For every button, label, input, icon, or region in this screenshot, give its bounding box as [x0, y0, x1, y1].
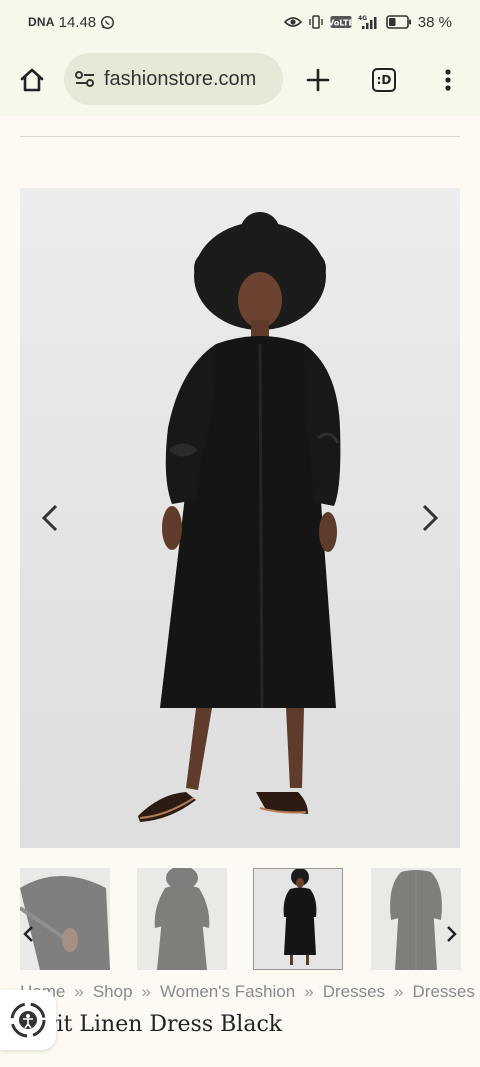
battery-icon — [385, 15, 412, 29]
status-bar: DNA 14.48 VoLTE 4G 38 % — [0, 0, 480, 44]
more-vert-icon — [444, 68, 452, 92]
breadcrumb-separator: » — [141, 982, 151, 1001]
thumbnail-next-button[interactable] — [440, 920, 464, 948]
chevron-right-icon — [446, 925, 458, 943]
breadcrumb-dresses[interactable]: Dresses — [323, 982, 385, 1002]
home-button[interactable] — [4, 44, 60, 116]
svg-text:4G: 4G — [358, 15, 367, 22]
breadcrumb-dresses-current[interactable]: Dresses — [413, 982, 475, 1002]
home-icon — [19, 67, 45, 93]
breadcrumb-shop[interactable]: Shop — [93, 982, 133, 1002]
clock-time: 14.48 — [58, 13, 97, 31]
thumbnail-prev-button[interactable] — [16, 920, 40, 948]
signal-4g-icon: 4G — [358, 14, 380, 30]
battery-percent: 38 % — [417, 13, 452, 31]
address-bar[interactable]: fashionstore.com — [64, 53, 283, 105]
product-main-image[interactable] — [20, 188, 460, 848]
breadcrumb-womens-fashion[interactable]: Women's Fashion — [160, 982, 295, 1002]
browser-toolbar: fashionstore.com :D — [0, 44, 480, 116]
thumbnail-1[interactable] — [20, 868, 110, 970]
plus-icon — [306, 68, 330, 92]
product-title: rit Linen Dress Black — [46, 1012, 283, 1037]
thumbnail-3[interactable] — [253, 868, 343, 970]
breadcrumb-separator: » — [304, 982, 314, 1001]
svg-text:VoLTE: VoLTE — [330, 19, 352, 28]
breadcrumb-separator: » — [74, 982, 84, 1001]
thumbnail-4-image — [371, 868, 461, 970]
thumbnail-2-image — [137, 868, 227, 970]
vibrate-icon — [308, 14, 324, 30]
chevron-right-icon — [420, 503, 440, 533]
whatsapp-icon — [100, 15, 115, 30]
thumbnail-4[interactable] — [371, 868, 461, 970]
thumbnail-1-image — [20, 868, 110, 970]
carrier-label: DNA — [28, 15, 55, 29]
volte-icon: VoLTE — [330, 15, 352, 29]
thumbnail-2[interactable] — [137, 868, 227, 970]
prev-image-button[interactable] — [30, 498, 70, 538]
thumbnail-strip — [0, 868, 480, 970]
thumbnail-3-image — [254, 869, 342, 969]
next-image-button[interactable] — [410, 498, 450, 538]
site-settings-icon[interactable] — [74, 70, 96, 88]
chevron-left-icon — [22, 925, 34, 943]
url-text: fashionstore.com — [104, 67, 257, 90]
new-tab-button[interactable] — [290, 44, 346, 116]
tab-count: :D — [372, 68, 396, 92]
browser-menu-button[interactable] — [420, 44, 476, 116]
breadcrumb-separator: » — [394, 982, 404, 1001]
breadcrumb: Home » Shop » Women's Fashion » Dresses … — [20, 982, 475, 1002]
status-left: DNA 14.48 — [28, 14, 115, 31]
accessibility-icon — [9, 1001, 47, 1039]
tab-switcher-button[interactable]: :D — [356, 44, 412, 116]
model-illustration — [138, 212, 341, 822]
chevron-left-icon — [40, 503, 60, 533]
accessibility-widget-button[interactable] — [0, 990, 56, 1050]
status-right: VoLTE 4G 38 % — [283, 13, 452, 31]
header-divider — [20, 136, 460, 137]
eye-icon — [283, 15, 302, 29]
